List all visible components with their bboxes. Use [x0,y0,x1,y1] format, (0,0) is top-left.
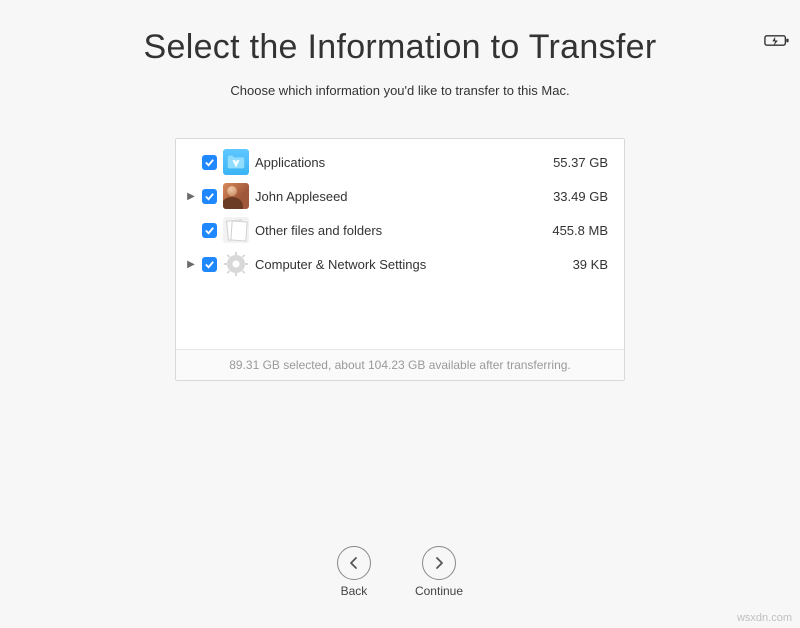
continue-button[interactable]: Continue [415,546,463,598]
page-subtitle: Choose which information you'd like to t… [0,83,800,98]
item-size: 55.37 GB [553,155,608,170]
disclosure-triangle-icon[interactable]: ▶ [186,191,196,201]
item-label: Other files and folders [255,223,546,238]
files-icon [223,217,249,243]
item-label: John Appleseed [255,189,547,204]
summary-text: 89.31 GB selected, about 104.23 GB avail… [176,349,624,380]
item-label: Computer & Network Settings [255,257,567,272]
disclosure-triangle-icon[interactable]: ▶ [186,259,196,269]
continue-label: Continue [415,584,463,598]
navigation-bar: Back Continue [0,546,800,598]
arrow-right-icon [422,546,456,580]
back-label: Back [341,584,368,598]
watermark: wsxdn.com [737,612,792,624]
list-item[interactable]: ▶ Computer & Network Settings 39 KB [176,247,624,281]
user-avatar-icon [223,183,249,209]
list-item[interactable]: ▶ Applications 55.37 GB [176,145,624,179]
list-item[interactable]: ▶ John Appleseed 33.49 GB [176,179,624,213]
checkbox[interactable] [202,155,217,170]
item-size: 455.8 MB [552,223,608,238]
arrow-left-icon [337,546,371,580]
checkbox[interactable] [202,257,217,272]
applications-icon [223,149,249,175]
battery-charging-icon [764,34,790,48]
transfer-list: ▶ Applications 55.37 GB ▶ John Appleseed… [176,139,624,349]
item-size: 33.49 GB [553,189,608,204]
checkbox[interactable] [202,223,217,238]
page-title: Select the Information to Transfer [0,28,800,67]
back-button[interactable]: Back [337,546,371,598]
item-size: 39 KB [573,257,608,272]
gear-icon [223,251,249,277]
transfer-panel: ▶ Applications 55.37 GB ▶ John Appleseed… [175,138,625,381]
checkbox[interactable] [202,189,217,204]
list-item[interactable]: ▶ Other files and folders 455.8 MB [176,213,624,247]
item-label: Applications [255,155,547,170]
